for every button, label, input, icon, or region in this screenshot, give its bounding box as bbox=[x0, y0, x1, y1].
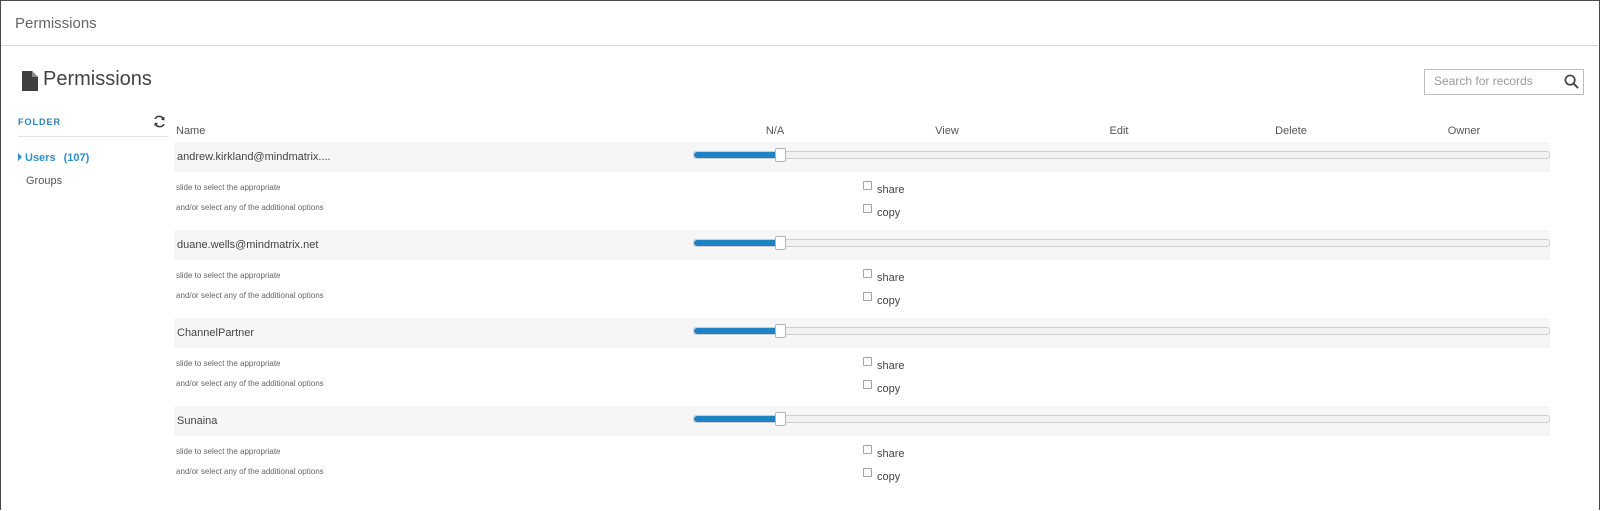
copy-option[interactable]: copy bbox=[863, 468, 900, 483]
copy-option[interactable]: copy bbox=[863, 292, 900, 307]
slider-fill bbox=[694, 240, 780, 246]
permission-slider[interactable] bbox=[693, 324, 1550, 338]
table-row: andrew.kirkland@mindmatrix.... bbox=[174, 142, 1550, 172]
share-checkbox[interactable] bbox=[863, 445, 872, 454]
options-hint: and/or select any of the additional opti… bbox=[176, 467, 324, 476]
table-row: ChannelPartner bbox=[174, 318, 1550, 348]
copy-option[interactable]: copy bbox=[863, 380, 900, 395]
slider-hint: slide to select the appropriate bbox=[176, 271, 281, 280]
slider-handle[interactable] bbox=[774, 148, 786, 162]
column-na: N/A bbox=[765, 125, 785, 137]
permission-slider[interactable] bbox=[693, 412, 1550, 426]
options-hint: and/or select any of the additional opti… bbox=[176, 203, 324, 212]
copy-label: copy bbox=[877, 383, 901, 395]
slider-hint: slide to select the appropriate bbox=[176, 359, 281, 368]
sidebar-item-groups[interactable]: Groups bbox=[26, 175, 62, 187]
users-count: (107) bbox=[63, 152, 90, 164]
search-box bbox=[1424, 69, 1584, 95]
user-name: andrew.kirkland@mindmatrix.... bbox=[177, 151, 331, 163]
slider-handle[interactable] bbox=[774, 324, 786, 338]
column-name: Name bbox=[176, 125, 206, 137]
copy-checkbox[interactable] bbox=[863, 292, 872, 301]
permission-slider[interactable] bbox=[693, 236, 1550, 250]
table-row: duane.wells@mindmatrix.net bbox=[174, 230, 1550, 260]
column-delete: Delete bbox=[1275, 125, 1307, 137]
refresh-icon[interactable] bbox=[153, 115, 166, 128]
copy-checkbox[interactable] bbox=[863, 380, 872, 389]
row-options: slide to select the appropriate and/or s… bbox=[174, 260, 1550, 318]
slider-handle[interactable] bbox=[774, 236, 786, 250]
table-row: Sunaina bbox=[174, 406, 1550, 436]
share-label: share bbox=[877, 184, 905, 196]
user-name: ChannelPartner bbox=[177, 327, 255, 339]
share-option[interactable]: share bbox=[863, 181, 905, 196]
copy-option[interactable]: copy bbox=[863, 204, 900, 219]
copy-label: copy bbox=[877, 207, 901, 219]
search-icon[interactable] bbox=[1564, 74, 1579, 89]
sidebar-item-users[interactable]: Users (107) bbox=[18, 152, 89, 164]
window-titlebar: Permissions bbox=[1, 1, 1598, 46]
row-options: slide to select the appropriate and/or s… bbox=[174, 436, 1550, 494]
folder-header: FOLDER bbox=[18, 112, 168, 137]
options-hint: and/or select any of the additional opti… bbox=[176, 379, 324, 388]
caret-right-icon bbox=[18, 153, 22, 161]
share-option[interactable]: share bbox=[863, 269, 905, 284]
table-header: Name N/A View Edit Delete Owner bbox=[174, 118, 1550, 142]
search-input[interactable] bbox=[1425, 70, 1560, 92]
copy-checkbox[interactable] bbox=[863, 468, 872, 477]
share-label: share bbox=[877, 448, 905, 460]
row-options: slide to select the appropriate and/or s… bbox=[174, 172, 1550, 230]
copy-label: copy bbox=[877, 471, 901, 483]
user-name: Sunaina bbox=[177, 415, 218, 427]
slider-hint: slide to select the appropriate bbox=[176, 447, 281, 456]
folder-label: FOLDER bbox=[18, 117, 61, 127]
sidebar-item-label: Users bbox=[25, 152, 56, 164]
share-checkbox[interactable] bbox=[863, 269, 872, 278]
share-checkbox[interactable] bbox=[863, 181, 872, 190]
slider-fill bbox=[694, 416, 780, 422]
column-edit: Edit bbox=[1109, 125, 1129, 137]
copy-checkbox[interactable] bbox=[863, 204, 872, 213]
share-label: share bbox=[877, 360, 905, 372]
column-owner: Owner bbox=[1447, 125, 1481, 137]
copy-label: copy bbox=[877, 295, 901, 307]
share-option[interactable]: share bbox=[863, 445, 905, 460]
permissions-table: Name N/A View Edit Delete Owner andrew.k… bbox=[174, 118, 1550, 494]
permission-slider[interactable] bbox=[693, 148, 1550, 162]
share-checkbox[interactable] bbox=[863, 357, 872, 366]
options-hint: and/or select any of the additional opti… bbox=[176, 291, 324, 300]
slider-fill bbox=[694, 328, 780, 334]
row-options: slide to select the appropriate and/or s… bbox=[174, 348, 1550, 406]
share-option[interactable]: share bbox=[863, 357, 905, 372]
user-name: duane.wells@mindmatrix.net bbox=[177, 239, 319, 251]
window-title: Permissions bbox=[15, 15, 97, 32]
page-title: Permissions bbox=[43, 68, 152, 90]
slider-fill bbox=[694, 152, 780, 158]
slider-handle[interactable] bbox=[774, 412, 786, 426]
document-icon bbox=[22, 71, 38, 91]
slider-hint: slide to select the appropriate bbox=[176, 183, 281, 192]
share-label: share bbox=[877, 272, 905, 284]
sidebar: FOLDER Users (107) Groups bbox=[18, 112, 168, 187]
column-view: View bbox=[935, 125, 959, 137]
